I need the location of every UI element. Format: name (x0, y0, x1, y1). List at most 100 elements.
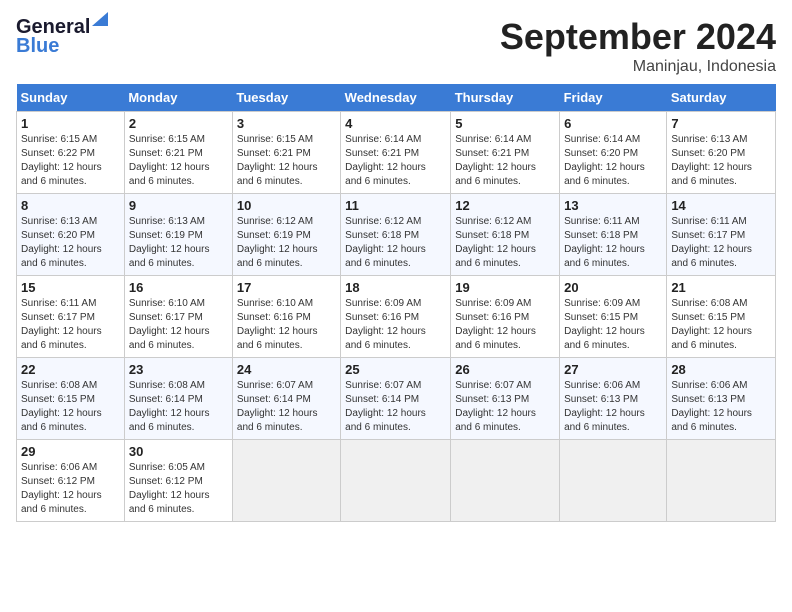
calendar-body: 1 Sunrise: 6:15 AM Sunset: 6:22 PM Dayli… (17, 112, 776, 522)
day-info: Sunrise: 6:11 AM Sunset: 6:17 PM Dayligh… (21, 297, 120, 353)
daylight-label: Daylight: 12 hoursand 6 minutes. (564, 162, 645, 187)
day-number: 25 (345, 362, 446, 377)
day-info: Sunrise: 6:15 AM Sunset: 6:21 PM Dayligh… (237, 133, 336, 189)
table-row: 17 Sunrise: 6:10 AM Sunset: 6:16 PM Dayl… (232, 276, 340, 358)
sunrise-label: Sunrise: 6:06 AM (671, 380, 747, 391)
daylight-label: Daylight: 12 hoursand 6 minutes. (564, 244, 645, 269)
table-row: 3 Sunrise: 6:15 AM Sunset: 6:21 PM Dayli… (232, 112, 340, 194)
day-info: Sunrise: 6:13 AM Sunset: 6:20 PM Dayligh… (671, 133, 771, 189)
logo: General Blue (16, 16, 90, 58)
sunrise-label: Sunrise: 6:15 AM (129, 134, 205, 145)
day-number: 13 (564, 198, 662, 213)
sunrise-label: Sunrise: 6:07 AM (237, 380, 313, 391)
day-info: Sunrise: 6:06 AM Sunset: 6:13 PM Dayligh… (564, 379, 662, 435)
location-subtitle: Maninjau, Indonesia (500, 58, 776, 76)
table-row: 14 Sunrise: 6:11 AM Sunset: 6:17 PM Dayl… (667, 194, 776, 276)
day-info: Sunrise: 6:11 AM Sunset: 6:17 PM Dayligh… (671, 215, 771, 271)
table-row: 26 Sunrise: 6:07 AM Sunset: 6:13 PM Dayl… (451, 358, 560, 440)
sunrise-label: Sunrise: 6:07 AM (455, 380, 531, 391)
header-wednesday: Wednesday (341, 84, 451, 112)
day-number: 29 (21, 444, 120, 459)
calendar-week-row: 29 Sunrise: 6:06 AM Sunset: 6:12 PM Dayl… (17, 440, 776, 522)
table-row: 8 Sunrise: 6:13 AM Sunset: 6:20 PM Dayli… (17, 194, 125, 276)
day-number: 10 (237, 198, 336, 213)
day-number: 3 (237, 116, 336, 131)
sunset-label: Sunset: 6:13 PM (564, 394, 638, 405)
sunset-label: Sunset: 6:12 PM (21, 476, 95, 487)
day-number: 26 (455, 362, 555, 377)
calendar-week-row: 1 Sunrise: 6:15 AM Sunset: 6:22 PM Dayli… (17, 112, 776, 194)
day-info: Sunrise: 6:07 AM Sunset: 6:13 PM Dayligh… (455, 379, 555, 435)
sunrise-label: Sunrise: 6:09 AM (564, 298, 640, 309)
sunset-label: Sunset: 6:13 PM (455, 394, 529, 405)
day-info: Sunrise: 6:08 AM Sunset: 6:15 PM Dayligh… (671, 297, 771, 353)
calendar-week-row: 22 Sunrise: 6:08 AM Sunset: 6:15 PM Dayl… (17, 358, 776, 440)
sunset-label: Sunset: 6:22 PM (21, 148, 95, 159)
sunrise-label: Sunrise: 6:12 AM (237, 216, 313, 227)
daylight-label: Daylight: 12 hoursand 6 minutes. (671, 408, 752, 433)
day-number: 23 (129, 362, 228, 377)
table-row: 22 Sunrise: 6:08 AM Sunset: 6:15 PM Dayl… (17, 358, 125, 440)
weekday-header-row: Sunday Monday Tuesday Wednesday Thursday… (17, 84, 776, 112)
sunset-label: Sunset: 6:18 PM (345, 230, 419, 241)
sunset-label: Sunset: 6:19 PM (237, 230, 311, 241)
daylight-label: Daylight: 12 hoursand 6 minutes. (345, 326, 426, 351)
calendar-week-row: 8 Sunrise: 6:13 AM Sunset: 6:20 PM Dayli… (17, 194, 776, 276)
day-number: 14 (671, 198, 771, 213)
title-area: September 2024 Maninjau, Indonesia (500, 16, 776, 76)
daylight-label: Daylight: 12 hoursand 6 minutes. (345, 408, 426, 433)
table-row: 30 Sunrise: 6:05 AM Sunset: 6:12 PM Dayl… (124, 440, 232, 522)
daylight-label: Daylight: 12 hoursand 6 minutes. (129, 326, 210, 351)
sunrise-label: Sunrise: 6:08 AM (671, 298, 747, 309)
sunset-label: Sunset: 6:14 PM (237, 394, 311, 405)
day-info: Sunrise: 6:15 AM Sunset: 6:22 PM Dayligh… (21, 133, 120, 189)
logo-arrow-icon (92, 12, 108, 26)
logo-wrapper: General (16, 16, 90, 39)
daylight-label: Daylight: 12 hoursand 6 minutes. (564, 408, 645, 433)
sunrise-label: Sunrise: 6:11 AM (564, 216, 639, 227)
logo-graphic: General (16, 16, 90, 39)
day-info: Sunrise: 6:09 AM Sunset: 6:16 PM Dayligh… (455, 297, 555, 353)
day-number: 5 (455, 116, 555, 131)
daylight-label: Daylight: 12 hoursand 6 minutes. (455, 408, 536, 433)
sunrise-label: Sunrise: 6:09 AM (345, 298, 421, 309)
daylight-label: Daylight: 12 hoursand 6 minutes. (129, 490, 210, 515)
daylight-label: Daylight: 12 hoursand 6 minutes. (237, 162, 318, 187)
day-info: Sunrise: 6:13 AM Sunset: 6:19 PM Dayligh… (129, 215, 228, 271)
day-info: Sunrise: 6:14 AM Sunset: 6:20 PM Dayligh… (564, 133, 662, 189)
table-row: 21 Sunrise: 6:08 AM Sunset: 6:15 PM Dayl… (667, 276, 776, 358)
day-info: Sunrise: 6:15 AM Sunset: 6:21 PM Dayligh… (129, 133, 228, 189)
day-info: Sunrise: 6:12 AM Sunset: 6:18 PM Dayligh… (345, 215, 446, 271)
daylight-label: Daylight: 12 hoursand 6 minutes. (455, 162, 536, 187)
sunset-label: Sunset: 6:18 PM (564, 230, 638, 241)
day-info: Sunrise: 6:06 AM Sunset: 6:12 PM Dayligh… (21, 461, 120, 517)
day-number: 9 (129, 198, 228, 213)
header-friday: Friday (560, 84, 667, 112)
daylight-label: Daylight: 12 hoursand 6 minutes. (237, 244, 318, 269)
table-row: 29 Sunrise: 6:06 AM Sunset: 6:12 PM Dayl… (17, 440, 125, 522)
table-row (232, 440, 340, 522)
month-title: September 2024 (500, 16, 776, 58)
table-row: 4 Sunrise: 6:14 AM Sunset: 6:21 PM Dayli… (341, 112, 451, 194)
daylight-label: Daylight: 12 hoursand 6 minutes. (129, 162, 210, 187)
day-info: Sunrise: 6:07 AM Sunset: 6:14 PM Dayligh… (237, 379, 336, 435)
header-monday: Monday (124, 84, 232, 112)
table-row: 20 Sunrise: 6:09 AM Sunset: 6:15 PM Dayl… (560, 276, 667, 358)
sunrise-label: Sunrise: 6:08 AM (129, 380, 205, 391)
day-number: 17 (237, 280, 336, 295)
day-number: 15 (21, 280, 120, 295)
sunset-label: Sunset: 6:16 PM (237, 312, 311, 323)
calendar-week-row: 15 Sunrise: 6:11 AM Sunset: 6:17 PM Dayl… (17, 276, 776, 358)
sunset-label: Sunset: 6:21 PM (237, 148, 311, 159)
day-number: 19 (455, 280, 555, 295)
day-info: Sunrise: 6:14 AM Sunset: 6:21 PM Dayligh… (345, 133, 446, 189)
day-number: 27 (564, 362, 662, 377)
daylight-label: Daylight: 12 hoursand 6 minutes. (21, 162, 102, 187)
sunset-label: Sunset: 6:12 PM (129, 476, 203, 487)
daylight-label: Daylight: 12 hoursand 6 minutes. (21, 326, 102, 351)
sunrise-label: Sunrise: 6:08 AM (21, 380, 97, 391)
day-number: 4 (345, 116, 446, 131)
sunset-label: Sunset: 6:20 PM (564, 148, 638, 159)
table-row: 15 Sunrise: 6:11 AM Sunset: 6:17 PM Dayl… (17, 276, 125, 358)
sunrise-label: Sunrise: 6:10 AM (129, 298, 205, 309)
